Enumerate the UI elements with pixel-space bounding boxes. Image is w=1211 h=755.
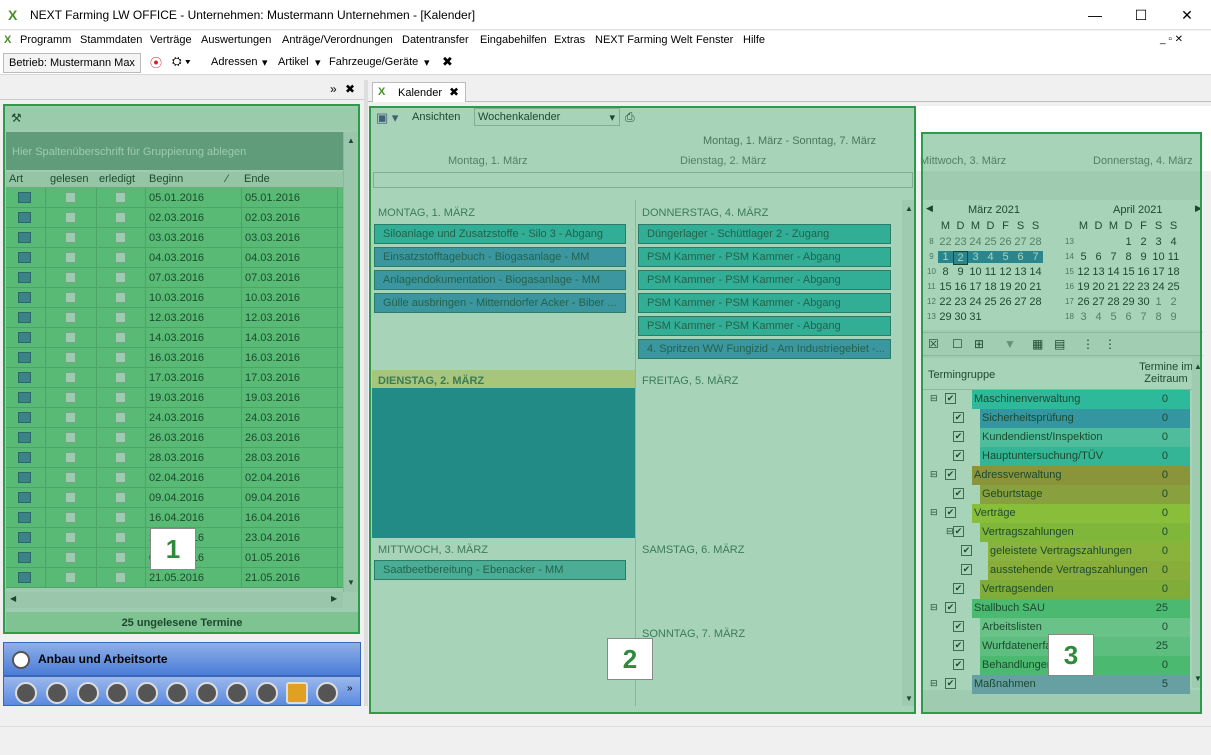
- menu-datentransfer[interactable]: Datentransfer: [402, 34, 469, 46]
- artikel-chevron-icon[interactable]: ▾: [315, 56, 321, 69]
- tab-strip: X Kalender ✖: [368, 80, 1211, 102]
- anbau-section-label: Anbau und Arbeitsorte: [38, 652, 168, 666]
- tab-close-icon[interactable]: ✖: [449, 85, 459, 99]
- module-icon-1[interactable]: [15, 682, 37, 704]
- app-logo-icon: X: [8, 7, 18, 23]
- module-icon-5[interactable]: [136, 682, 158, 704]
- module-icon-9[interactable]: [256, 682, 278, 704]
- menu-bar: X Programm Stammdaten Verträge Auswertun…: [0, 31, 1211, 51]
- record-icon[interactable]: ⦿: [150, 54, 162, 71]
- calendar-module-icon[interactable]: [286, 682, 308, 704]
- fahrzeuge-chevron-icon[interactable]: ▾: [424, 56, 430, 69]
- region-number-1: 1: [150, 528, 196, 570]
- menu-logo-icon: X: [4, 34, 12, 46]
- adressen-dropdown[interactable]: Adressen: [211, 56, 257, 68]
- close-x-icon[interactable]: ✖: [442, 54, 453, 70]
- mdi-minimize-icon[interactable]: _ ▫ ✕: [1160, 34, 1183, 45]
- splitter[interactable]: [364, 80, 368, 706]
- tab-kalender-label: Kalender: [398, 87, 443, 99]
- menu-extras[interactable]: Extras: [554, 34, 585, 46]
- anbau-icon: [12, 651, 30, 669]
- module-icon-8[interactable]: [226, 682, 248, 704]
- highlight-region-2: [369, 106, 916, 714]
- module-icon-3[interactable]: [77, 682, 99, 704]
- menu-stammdaten[interactable]: Stammdaten: [80, 34, 142, 46]
- fahrzeuge-dropdown[interactable]: Fahrzeuge/Geräte: [329, 56, 418, 68]
- menu-auswertungen[interactable]: Auswertungen: [201, 34, 271, 46]
- artikel-dropdown[interactable]: Artikel: [278, 56, 309, 68]
- menu-nextfarming-welt[interactable]: NEXT Farming Welt: [595, 34, 692, 46]
- title-bar: X NEXT Farming LW OFFICE - Unternehmen: …: [0, 0, 1211, 30]
- region-number-2: 2: [607, 638, 653, 680]
- module-icon-7[interactable]: [196, 682, 218, 704]
- menu-eingabehilfen[interactable]: Eingabehilfen: [480, 34, 547, 46]
- more-chevron-icon[interactable]: »: [347, 683, 353, 694]
- expand-icon[interactable]: »: [330, 82, 337, 96]
- tab-kalender[interactable]: X Kalender ✖: [372, 82, 466, 102]
- toolbar: Betrieb: Mustermann Max ⦿ ⛭ ▾ Adressen ▾…: [0, 51, 1211, 75]
- close-icon[interactable]: ✕: [1164, 0, 1210, 30]
- module-icon-6[interactable]: [166, 682, 188, 704]
- tab-logo-icon: X: [378, 86, 386, 98]
- left-panel-header: » ✖: [0, 80, 364, 100]
- minimize-icon[interactable]: —: [1072, 0, 1118, 30]
- panel-close-icon[interactable]: ✖: [345, 82, 355, 96]
- menu-programm[interactable]: Programm: [20, 34, 71, 46]
- betrieb-button[interactable]: Betrieb: Mustermann Max: [3, 53, 141, 73]
- menu-fenster[interactable]: Fenster: [696, 34, 733, 46]
- region-number-3: 3: [1048, 634, 1094, 676]
- highlight-region-3: [921, 132, 1202, 714]
- maximize-icon[interactable]: ☐: [1118, 0, 1164, 30]
- menu-hilfe[interactable]: Hilfe: [743, 34, 765, 46]
- adressen-chevron-icon[interactable]: ▾: [262, 56, 268, 69]
- window-title: NEXT Farming LW OFFICE - Unternehmen: Mu…: [30, 8, 476, 22]
- menu-antraege[interactable]: Anträge/Verordnungen: [282, 34, 393, 46]
- module-icon-2[interactable]: [46, 682, 68, 704]
- status-bar: [0, 726, 1211, 755]
- network-icon[interactable]: ⛭ ▾: [172, 54, 191, 69]
- anbau-section-header[interactable]: Anbau und Arbeitsorte: [3, 642, 361, 676]
- module-icon-4[interactable]: [106, 682, 128, 704]
- module-icon-11[interactable]: [316, 682, 338, 704]
- menu-vertraege[interactable]: Verträge: [150, 34, 192, 46]
